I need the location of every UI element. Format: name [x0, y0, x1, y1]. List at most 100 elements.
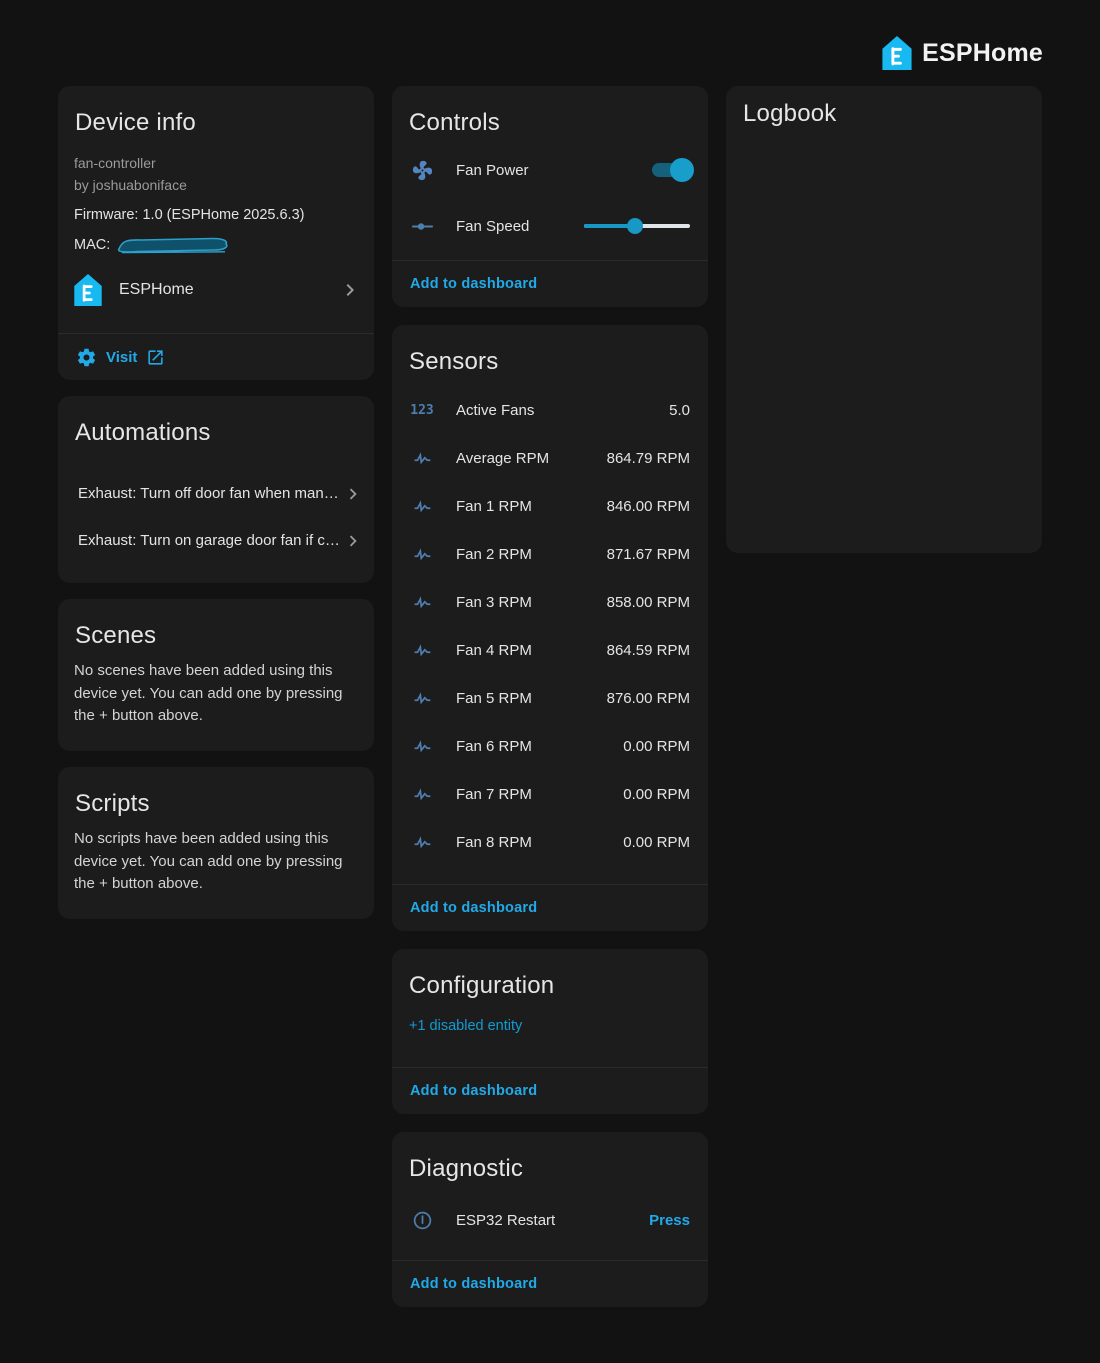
automation-row[interactable]: Exhaust: Turn off door fan when man d… [58, 477, 374, 510]
scenes-empty-text: No scenes have been added using this dev… [74, 660, 358, 728]
fan-icon [409, 159, 435, 182]
configuration-title: Configuration [392, 949, 708, 1001]
slider-thumb[interactable] [627, 218, 643, 234]
scenes-card: Scenes No scenes have been added using t… [58, 599, 374, 751]
sensor-label: Fan 2 RPM [456, 546, 532, 563]
sensor-value: 864.59 RPM [607, 642, 690, 659]
fan-power-row: Fan Power [392, 146, 708, 194]
scripts-title: Scripts [58, 767, 374, 819]
pulse-icon [409, 592, 435, 613]
automation-row[interactable]: Exhaust: Turn on garage door fan if co… [58, 524, 374, 557]
header-brand: ESPHome [882, 36, 1043, 70]
add-to-dashboard-link[interactable]: Add to dashboard [410, 1083, 537, 1099]
sensor-row[interactable]: Fan 3 RPM 858.00 RPM [392, 578, 708, 626]
sensor-value: 0.00 RPM [623, 834, 690, 851]
sensor-row[interactable]: 123 Active Fans 5.0 [392, 386, 708, 434]
fan-power-label: Fan Power [456, 162, 529, 179]
slider-icon [409, 215, 435, 238]
restart-icon [409, 1210, 435, 1231]
add-to-dashboard-link[interactable]: Add to dashboard [410, 900, 537, 916]
sensor-row[interactable]: Fan 5 RPM 876.00 RPM [392, 674, 708, 722]
sensor-value: 864.79 RPM [607, 450, 690, 467]
counter-icon: 123 [409, 403, 435, 418]
sensor-row[interactable]: Fan 8 RPM 0.00 RPM [392, 818, 708, 866]
restart-row: ESP32 Restart Press [392, 1196, 708, 1244]
disabled-entities-link[interactable]: +1 disabled entity [409, 1016, 692, 1036]
sensor-label: Fan 8 RPM [456, 834, 532, 851]
sensor-label: Fan 6 RPM [456, 738, 532, 755]
device-mac-row: MAC: [74, 235, 358, 255]
device-info-title: Device info [58, 86, 374, 138]
sensor-value: 858.00 RPM [607, 594, 690, 611]
device-name: fan-controller [74, 152, 358, 174]
scripts-card: Scripts No scripts have been added using… [58, 767, 374, 919]
esphome-logo-icon [882, 36, 912, 70]
diagnostic-title: Diagnostic [392, 1132, 708, 1184]
device-author: by joshuaboniface [74, 174, 358, 196]
add-to-dashboard-link[interactable]: Add to dashboard [410, 276, 537, 292]
visit-label: Visit [106, 349, 137, 366]
device-firmware: Firmware: 1.0 (ESPHome 2025.6.3) [74, 205, 358, 225]
sensors-title: Sensors [392, 325, 708, 377]
sensor-value: 876.00 RPM [607, 690, 690, 707]
mac-label: MAC: [74, 237, 110, 253]
pulse-icon [409, 784, 435, 805]
esphome-logo-icon [74, 274, 102, 306]
sensor-label: Fan 5 RPM [456, 690, 532, 707]
diagnostic-card: Diagnostic ESP32 Restart Press Add to da… [392, 1132, 708, 1307]
sensor-value: 5.0 [669, 402, 690, 419]
gear-icon [76, 347, 97, 368]
sensor-value: 871.67 RPM [607, 546, 690, 563]
integration-row-esphome[interactable]: ESPHome [74, 272, 362, 308]
restart-label: ESP32 Restart [456, 1212, 555, 1229]
pulse-icon [409, 832, 435, 853]
logbook-card: Logbook [726, 86, 1042, 553]
sensor-value: 0.00 RPM [623, 786, 690, 803]
sensor-label: Fan 1 RPM [456, 498, 532, 515]
sensors-card: Sensors 123 Active Fans 5.0 Average RPM … [392, 325, 708, 931]
sensor-row[interactable]: Fan 1 RPM 846.00 RPM [392, 482, 708, 530]
sensor-label: Fan 3 RPM [456, 594, 532, 611]
chevron-right-icon [342, 530, 364, 552]
fan-speed-label: Fan Speed [456, 218, 529, 235]
brand-name: ESPHome [922, 39, 1043, 68]
automation-label: Exhaust: Turn on garage door fan if co… [78, 532, 342, 549]
sensor-row[interactable]: Fan 2 RPM 871.67 RPM [392, 530, 708, 578]
add-to-dashboard-link[interactable]: Add to dashboard [410, 1276, 537, 1292]
sensor-label: Fan 4 RPM [456, 642, 532, 659]
pulse-icon [409, 688, 435, 709]
press-button[interactable]: Press [649, 1212, 690, 1229]
sensor-label: Active Fans [456, 402, 534, 419]
sensor-row[interactable]: Fan 4 RPM 864.59 RPM [392, 626, 708, 674]
sensor-label: Average RPM [456, 450, 549, 467]
sensor-label: Fan 7 RPM [456, 786, 532, 803]
sensor-row[interactable]: Fan 6 RPM 0.00 RPM [392, 722, 708, 770]
automation-label: Exhaust: Turn off door fan when man d… [78, 485, 342, 502]
integration-name: ESPHome [119, 281, 194, 299]
open-in-new-icon [146, 348, 165, 367]
logbook-title: Logbook [726, 86, 1042, 129]
fan-speed-slider[interactable] [584, 218, 690, 234]
pulse-icon [409, 448, 435, 469]
fan-speed-row: Fan Speed [392, 202, 708, 250]
device-info-card: Device info fan-controller by joshuaboni… [58, 86, 374, 380]
scripts-empty-text: No scripts have been added using this de… [74, 828, 358, 896]
mac-redaction-scribble [115, 236, 233, 254]
chevron-right-icon [338, 278, 362, 302]
automations-card: Automations Exhaust: Turn off door fan w… [58, 396, 374, 583]
automations-title: Automations [58, 396, 374, 448]
sensor-value: 846.00 RPM [607, 498, 690, 515]
controls-title: Controls [392, 86, 708, 138]
controls-card: Controls Fan Power Fan Speed [392, 86, 708, 307]
sensor-value: 0.00 RPM [623, 738, 690, 755]
scenes-title: Scenes [58, 599, 374, 651]
pulse-icon [409, 640, 435, 661]
pulse-icon [409, 496, 435, 517]
sensor-row[interactable]: Average RPM 864.79 RPM [392, 434, 708, 482]
sensor-row[interactable]: Fan 7 RPM 0.00 RPM [392, 770, 708, 818]
fan-power-toggle[interactable] [652, 160, 690, 180]
visit-device-link[interactable]: Visit [76, 347, 165, 368]
chevron-right-icon [342, 483, 364, 505]
pulse-icon [409, 544, 435, 565]
configuration-card: Configuration +1 disabled entity Add to … [392, 949, 708, 1114]
